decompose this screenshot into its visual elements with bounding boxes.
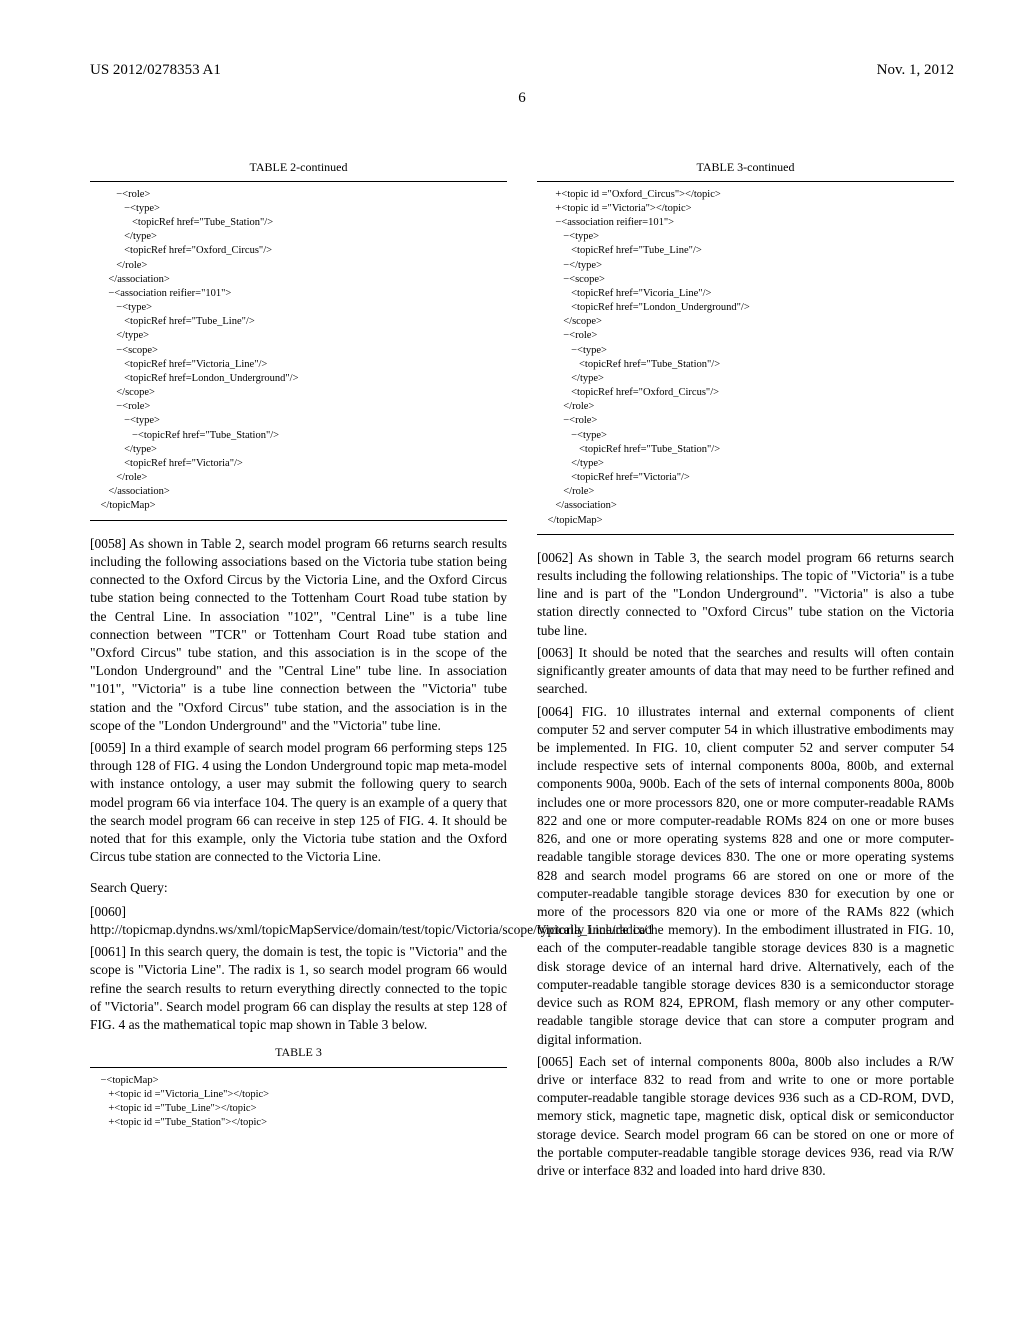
right-column: TABLE 3-continued +<topic id ="Oxford_Ci… [537,149,954,1185]
table-3-title: TABLE 3 [90,1044,507,1060]
page-number: 6 [90,88,954,108]
paragraph-0061: [0061] In this search query, the domain … [90,943,507,1034]
table-3-continued-title: TABLE 3-continued [537,159,954,175]
paragraph-0058: [0058] As shown in Table 2, search model… [90,535,507,735]
paragraph-0065: [0065] Each set of internal components 8… [537,1053,954,1181]
table-3-code: −<topicMap> +<topic id ="Victoria_Line">… [90,1067,507,1137]
table-2-code: −<role> −<type> <topicRef href="Tube_Sta… [90,181,507,521]
paragraph-0064: [0064] FIG. 10 illustrates internal and … [537,703,954,1049]
paragraph-0062: [0062] As shown in Table 3, the search m… [537,549,954,640]
paragraph-0060: [0060] http://topicmap.dyndns.ws/xml/top… [90,903,507,939]
two-column-layout: TABLE 2-continued −<role> −<type> <topic… [90,149,954,1185]
table-3-continued-code: +<topic id ="Oxford_Circus"></topic> +<t… [537,181,954,535]
table-2-continued-title: TABLE 2-continued [90,159,507,175]
paragraph-0059: [0059] In a third example of search mode… [90,739,507,867]
search-query-heading: Search Query: [90,879,507,897]
publication-number: US 2012/0278353 A1 [90,60,221,80]
publication-date: Nov. 1, 2012 [877,60,954,80]
left-column: TABLE 2-continued −<role> −<type> <topic… [90,149,507,1185]
paragraph-0063: [0063] It should be noted that the searc… [537,644,954,699]
page-header: US 2012/0278353 A1 Nov. 1, 2012 [90,60,954,80]
